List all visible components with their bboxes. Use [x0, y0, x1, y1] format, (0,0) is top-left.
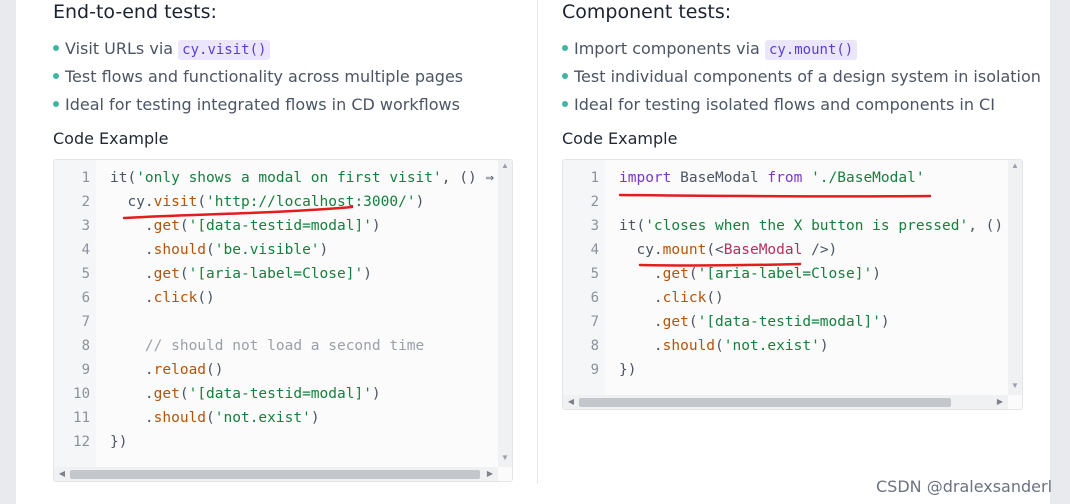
csdn-watermark: CSDN @dralexsanderl — [876, 477, 1053, 496]
red-annotation-marks — [122, 193, 932, 267]
red-underline-import — [618, 193, 932, 198]
red-underline-visit — [122, 205, 354, 220]
red-underline-mount — [638, 262, 802, 267]
